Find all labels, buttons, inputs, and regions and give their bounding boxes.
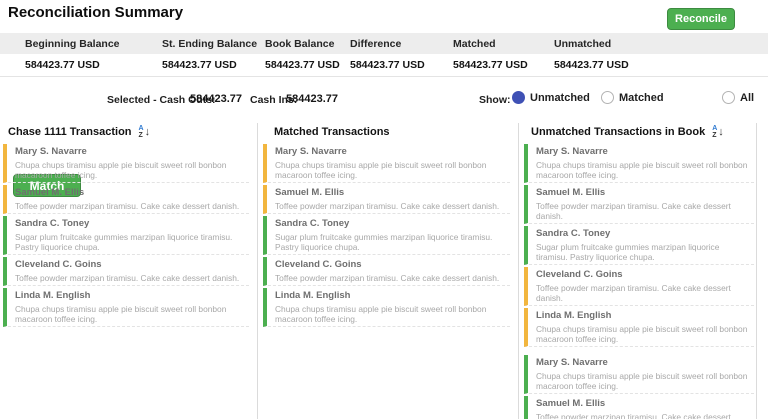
transaction-name: Samuel M. Ellis [275, 187, 508, 199]
list-header-chase: Chase 1111 Transaction AZ↓ [8, 123, 150, 141]
transaction-item[interactable]: Sandra C. Toney Sugar plum fruitcake gumm… [524, 226, 754, 265]
transaction-description: Toffee powder marzipan tiramisu. Cake ca… [275, 273, 508, 283]
transaction-item[interactable]: Cleveland C. Goins Toffee powder marzipan… [3, 257, 249, 286]
summary-column-label: Matched [453, 38, 496, 50]
radio-dot-icon [722, 91, 735, 104]
transaction-name: Mary S. Navarre [536, 146, 752, 158]
transaction-description: Toffee powder marzipan tiramisu. Cake ca… [536, 283, 752, 303]
radio-unmatched[interactable]: Unmatched [512, 91, 590, 104]
radio-label: All [740, 92, 754, 104]
transaction-description: Toffee powder marzipan tiramisu. Cake ca… [15, 201, 247, 211]
transaction-item[interactable]: Samuel M. Ellis Toffee powder marzipan ti… [263, 185, 510, 214]
transaction-description: Toffee powder marzipan tiramisu. Cake ca… [15, 273, 247, 283]
sort-az-icon[interactable]: AZ↓ [712, 125, 724, 139]
selected-cash-outs-value: 584423.77 [190, 93, 242, 105]
transaction-item[interactable]: Samuel M. Ellis Toffee powder marzipan ti… [524, 396, 754, 419]
transaction-description: Sugar plum fruitcake gummies marzipan li… [275, 232, 508, 252]
transaction-item[interactable]: Sandra C. Toney Sugar plum fruitcake gumm… [3, 216, 249, 255]
radio-dot-icon [512, 91, 525, 104]
page-title: Reconciliation Summary [8, 4, 183, 21]
transaction-name: Samuel M. Ellis [536, 187, 752, 199]
summary-column-label: Beginning Balance [25, 38, 120, 50]
transaction-name: Cleveland C. Goins [275, 259, 508, 271]
transaction-item[interactable]: Samuel M. Ellis Toffee powder marzipan ti… [524, 185, 754, 224]
match-toolbar: Match Selected - Cash Outs: 584423.77 Ca… [0, 84, 768, 116]
transaction-description: Chupa chups tiramisu apple pie biscuit s… [536, 324, 752, 344]
transaction-item[interactable]: Mary S. Navarre Chupa chups tiramisu appl… [524, 355, 754, 394]
transaction-description: Chupa chups tiramisu apple pie biscuit s… [15, 160, 247, 180]
transaction-name: Sandra C. Toney [15, 218, 247, 230]
transaction-description: Chupa chups tiramisu apple pie biscuit s… [275, 304, 508, 324]
transaction-name: Cleveland C. Goins [15, 259, 247, 271]
transaction-description: Toffee powder marzipan tiramisu. Cake ca… [275, 201, 508, 211]
transaction-name: Sandra C. Toney [536, 228, 752, 240]
column-divider [257, 123, 258, 419]
transaction-description: Chupa chups tiramisu apple pie biscuit s… [536, 371, 752, 391]
list-title-chase: Chase 1111 Transaction [8, 126, 132, 138]
summary-value: 584423.77 USD [265, 59, 340, 71]
transaction-description: Sugar plum fruitcake gummies marzipan li… [536, 242, 752, 262]
summary-table-values: 584423.77 USD 584423.77 USD 584423.77 USD 5… [0, 54, 768, 77]
transaction-name: Sandra C. Toney [275, 218, 508, 230]
transaction-description: Chupa chups tiramisu apple pie biscuit s… [536, 160, 752, 180]
column-divider [756, 123, 757, 419]
arrow-down-icon: ↓ [718, 127, 724, 138]
list-header-unmatched-book: Unmatched Transactions in Book AZ↓ [531, 123, 724, 141]
transaction-name: Mary S. Navarre [15, 146, 247, 158]
transaction-item[interactable]: Mary S. Navarre Chupa chups tiramisu appl… [3, 144, 249, 183]
transaction-name: Cleveland C. Goins [536, 269, 752, 281]
show-label: Show: [479, 94, 511, 106]
radio-matched[interactable]: Matched [601, 91, 664, 104]
transaction-item[interactable]: Samuel M. Ellis Toffee powder marzipan ti… [3, 185, 249, 214]
summary-value: 584423.77 USD [162, 59, 237, 71]
sort-az-icon[interactable]: AZ↓ [139, 125, 151, 139]
list-title-unmatched-book: Unmatched Transactions in Book [531, 126, 705, 138]
transaction-description: Chupa chups tiramisu apple pie biscuit s… [275, 160, 508, 180]
transaction-item[interactable]: Linda M. English Chupa chups tiramisu app… [524, 308, 754, 347]
reconcile-button[interactable]: Reconcile [667, 8, 735, 30]
arrow-down-icon: ↓ [145, 127, 151, 138]
summary-value: 584423.77 USD [453, 59, 528, 71]
radio-label: Matched [619, 92, 664, 104]
transaction-item[interactable]: Cleveland C. Goins Toffee powder marzipan… [263, 257, 510, 286]
transaction-item[interactable]: Linda M. English Chupa chups tiramisu app… [3, 288, 249, 327]
transaction-name: Mary S. Navarre [536, 357, 752, 369]
transaction-item[interactable]: Mary S. Navarre Chupa chups tiramisu appl… [524, 144, 754, 183]
transaction-item[interactable]: Linda M. English Chupa chups tiramisu app… [263, 288, 510, 327]
transaction-description: Toffee powder marzipan tiramisu. Cake ca… [536, 412, 752, 419]
matched-transactions-list: Mary S. Navarre Chupa chups tiramisu appl… [263, 144, 510, 419]
reconciliation-page: Reconciliation Summary Reconcile Beginni… [0, 0, 768, 419]
transaction-name: Mary S. Navarre [275, 146, 508, 158]
summary-column-label: Book Balance [265, 38, 334, 50]
transaction-name: Linda M. English [275, 290, 508, 302]
radio-label: Unmatched [530, 92, 590, 104]
radio-all[interactable]: All [722, 91, 754, 104]
transaction-item[interactable]: Cleveland C. Goins Toffee powder marzipan… [524, 267, 754, 306]
summary-value: 584423.77 USD [25, 59, 100, 71]
transaction-name: Samuel M. Ellis [15, 187, 247, 199]
summary-value: 584423.77 USD [350, 59, 425, 71]
summary-column-label: St. Ending Balance [162, 38, 257, 50]
radio-dot-icon [601, 91, 614, 104]
chase-transactions-list: Mary S. Navarre Chupa chups tiramisu appl… [3, 144, 249, 419]
cash-ins-value: 584423.77 [286, 93, 338, 105]
summary-value: 584423.77 USD [554, 59, 629, 71]
transaction-description: Chupa chups tiramisu apple pie biscuit s… [15, 304, 247, 324]
transaction-name: Linda M. English [536, 310, 752, 322]
transaction-description: Sugar plum fruitcake gummies marzipan li… [15, 232, 247, 252]
summary-table-header: Beginning Balance St. Ending Balance Book … [0, 33, 768, 54]
list-header-matched: Matched Transactions [274, 123, 390, 141]
list-title-matched: Matched Transactions [274, 126, 390, 138]
transaction-item[interactable]: Mary S. Navarre Chupa chups tiramisu appl… [263, 144, 510, 183]
unmatched-book-transactions-list: Mary S. Navarre Chupa chups tiramisu appl… [524, 144, 754, 419]
transaction-name: Samuel M. Ellis [536, 398, 752, 410]
transaction-item[interactable]: Sandra C. Toney Sugar plum fruitcake gumm… [263, 216, 510, 255]
summary-column-label: Difference [350, 38, 401, 50]
summary-column-label: Unmatched [554, 38, 611, 50]
transaction-name: Linda M. English [15, 290, 247, 302]
transaction-description: Toffee powder marzipan tiramisu. Cake ca… [536, 201, 752, 221]
column-divider [518, 123, 519, 419]
